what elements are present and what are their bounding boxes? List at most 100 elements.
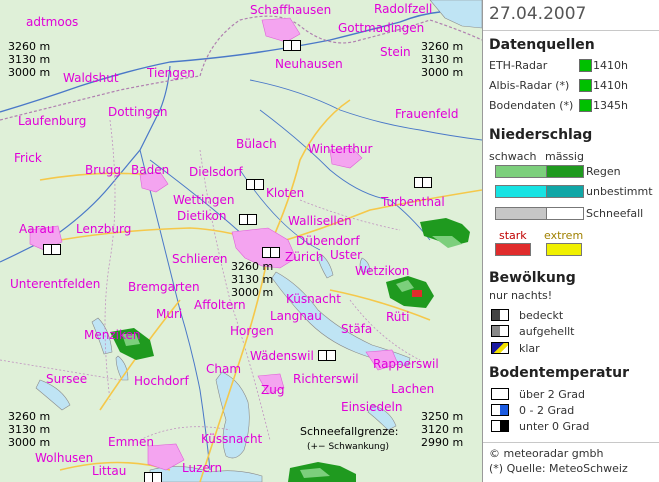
place-horgen: Horgen [230,324,274,338]
cool-ground-icon [491,404,509,416]
cloud-brightened-label: aufgehellt [519,325,575,338]
place-baden: Baden [131,163,170,177]
station-icon-neuhausen[interactable] [283,40,301,51]
altitude-block-top-right: 3260 m 3130 m 3000 m [421,40,463,79]
altitude-value: 3250 m [421,410,464,423]
altitude-block-center: 3260 m 3130 m 3000 m [231,260,273,299]
snowline-variation-note: (+− Schwankung) [307,442,389,452]
place-zuerich: Zürich [285,250,324,264]
station-icon-waedenswil[interactable] [318,350,336,361]
altitude-value: 2990 m [421,436,464,449]
place-frauenfeld: Frauenfeld [395,107,459,121]
place-wallisellen: Wallisellen [288,214,352,228]
station-icon-turbenthal[interactable] [414,177,432,188]
snowline-label: Schneefallgrenze: [300,425,399,438]
place-kuesnacht: Küsnacht [286,292,341,306]
source-ground-status-icon [579,99,592,112]
radar-map[interactable]: adtmoos Schaffhausen Radolfzell Gottmadi… [0,0,482,482]
source-eth-label: ETH-Radar [489,59,548,72]
place-lenzburg: Lenzburg [76,222,132,236]
precip-weak-label: schwach [489,150,537,163]
frozen-ground-icon [491,420,509,432]
altitude-block-bottom-right: 3250 m 3120 m 2990 m [421,410,463,449]
source-ground-time: 1345h [593,99,628,112]
station-icon-aarau[interactable] [43,244,61,255]
place-dielsdorf: Dielsdorf [189,165,243,179]
place-sursee: Sursee [46,372,88,386]
source-eth-time: 1410h [593,59,628,72]
place-buelach: Bülach [236,137,277,151]
cloud-heading: Bewölkung [489,270,576,286]
swatch-snow-moderate [546,207,584,220]
place-uster: Uster [330,248,363,262]
place-stein: Stein [380,45,411,59]
altitude-value: 3000 m [8,66,51,79]
place-emmen: Emmen [108,435,154,449]
station-icon-zuerich[interactable] [262,247,280,258]
swatch-strong [495,243,531,256]
partly-cloudy-icon [491,325,509,337]
source-eth-status-icon [579,59,592,72]
place-hochdorf: Hochdorf [134,374,189,388]
lake-untersee [429,0,482,29]
place-luzern: Luzern [182,461,223,475]
place-aarau: Aarau [19,222,55,236]
place-tiengen: Tiengen [147,66,195,80]
cloud-overcast-label: bedeckt [519,309,564,322]
station-icon-luzern[interactable] [144,472,162,482]
place-langnau: Langnau [270,309,322,323]
place-duebendorf: Dübendorf [296,234,360,248]
place-radolfzell: Radolfzell [374,2,433,16]
source-albis-time: 1410h [593,79,628,92]
meteo-radar-view: adtmoos Schaffhausen Radolfzell Gottmadi… [0,0,659,482]
altitude-value: 3000 m [8,436,51,449]
divider [483,30,659,31]
altitude-value: 3260 m [8,40,51,53]
altitude-value: 3120 m [421,423,464,436]
swatch-extreme [546,243,582,256]
place-frick: Frick [14,151,42,165]
ground-0-2-label: 0 - 2 Grad [519,404,575,417]
place-waldshut: Waldshut [63,71,119,85]
place-schlieren: Schlieren [172,252,228,266]
place-wolhusen: Wolhusen [35,451,94,465]
place-adtmoos: adtmoos [26,15,79,29]
ground-below-0-label: unter 0 Grad [519,420,590,433]
place-menziken: Menziken [84,328,141,342]
cloud-note: nur nachts! [489,289,553,302]
swatch-undetermined-moderate [546,185,584,198]
place-laufenburg: Laufenburg [18,114,87,128]
station-icon-dielsdorf[interactable] [246,179,264,190]
copyright-text: © meteoradar gmbh [489,447,604,460]
date-label: 27.04.2007 [489,4,587,24]
ground-temp-heading: Bodentemperatur [489,365,629,381]
place-turbenthal: Turbenthal [381,195,445,209]
altitude-value: 3130 m [8,53,51,66]
sources-heading: Datenquellen [489,37,595,53]
precip-strong-cell [412,290,422,297]
swatch-rain-moderate [546,165,584,178]
altitude-value: 3260 m [421,40,464,53]
place-rapperswil: Rapperswil [373,357,439,371]
station-icon-dietikon[interactable] [239,214,257,225]
place-einsiedeln: Einsiedeln [341,400,403,414]
altitude-block-top-left: 3260 m 3130 m 3000 m [8,40,50,79]
place-richterswil: Richterswil [293,372,359,386]
precip-strong-label: stark [499,229,527,242]
place-littau: Littau [92,464,127,478]
place-rueti: Rüti [386,310,410,324]
place-muri: Muri [156,307,183,321]
warm-ground-icon [491,388,509,400]
source-albis-label: Albis-Radar (*) [489,79,570,92]
place-lachen: Lachen [391,382,435,396]
place-staefa: Stäfa [341,322,373,336]
cloud-clear-label: klar [519,342,540,355]
place-wetzikon: Wetzikon [355,264,410,278]
place-bremgarten: Bremgarten [128,280,200,294]
altitude-value: 3130 m [231,273,274,286]
place-cham: Cham [206,362,242,376]
place-neuhausen: Neuhausen [275,57,343,71]
place-schaffhausen: Schaffhausen [250,3,332,17]
source-note: (*) Quelle: MeteoSchweiz [489,462,628,475]
altitude-value: 3000 m [231,286,274,299]
